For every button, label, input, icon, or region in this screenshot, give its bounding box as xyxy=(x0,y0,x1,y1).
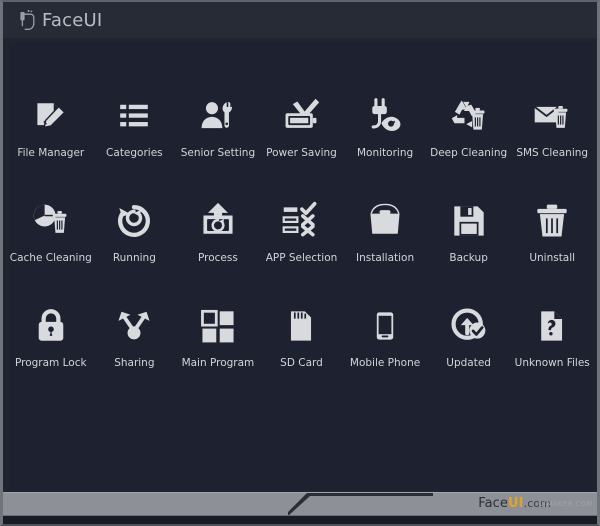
title-bar: FaceUI xyxy=(3,2,597,38)
icon-tile-main-program[interactable]: Main Program xyxy=(176,304,260,369)
trash-icon xyxy=(529,199,575,243)
floppy-disk-icon xyxy=(446,199,492,243)
icon-tile-label: Running xyxy=(112,252,156,264)
icon-tile-deep-cleaning[interactable]: Deep Cleaning xyxy=(427,94,511,159)
icon-tile-monitoring[interactable]: Monitoring xyxy=(343,94,427,159)
icon-tile-running[interactable]: Running xyxy=(93,199,177,264)
file-edit-icon xyxy=(28,94,74,138)
icon-tile-label: Program Lock xyxy=(14,357,87,369)
smartphone-icon xyxy=(362,304,408,348)
icon-tile-label: Senior Setting xyxy=(180,147,256,159)
icon-tile-label: Uninstall xyxy=(529,252,576,264)
bottom-bar-notch-decoration xyxy=(288,493,433,515)
battery-check-icon xyxy=(278,94,324,138)
footer-brand-highlight: UI xyxy=(508,496,524,511)
icon-tile-label: Process xyxy=(198,252,238,264)
icon-tile-uninstall[interactable]: Uninstall xyxy=(510,199,594,264)
share-nodes-icon xyxy=(111,304,157,348)
footer-brand-prefix: Face xyxy=(478,496,509,511)
pie-trash-icon xyxy=(28,199,74,243)
icon-tile-label: Main Program xyxy=(181,357,255,369)
file-question-icon xyxy=(529,304,575,348)
plug-eye-icon xyxy=(362,94,408,138)
icon-tile-updated[interactable]: Updated xyxy=(427,304,511,369)
envelope-trash-icon xyxy=(529,94,575,138)
icon-tile-senior-setting[interactable]: Senior Setting xyxy=(176,94,260,159)
icon-tile-app-selection[interactable]: APP Selection xyxy=(260,199,344,264)
icon-tile-sd-card[interactable]: SD Card xyxy=(260,304,344,369)
icon-showcase-panel: File Manager Categories Senior Setting P… xyxy=(9,42,594,490)
footer-watermark: UIMAKER.COM xyxy=(538,500,593,508)
icon-tile-label: Sharing xyxy=(114,357,155,369)
install-bag-icon xyxy=(362,199,408,243)
icon-tile-label: Installation xyxy=(355,252,415,264)
icon-tile-label: Deep Cleaning xyxy=(430,147,508,159)
icon-tile-power-saving[interactable]: Power Saving xyxy=(260,94,344,159)
icon-tile-label: Unknown Files xyxy=(514,357,590,369)
icon-tile-backup[interactable]: Backup xyxy=(427,199,511,264)
user-wrench-icon xyxy=(195,94,241,138)
icon-tile-label: Monitoring xyxy=(356,147,414,159)
bottom-bar: FaceUI.com UIMAKER.COM xyxy=(3,492,597,516)
refresh-circle-icon xyxy=(111,199,157,243)
icon-tile-categories[interactable]: Categories xyxy=(93,94,177,159)
icon-tile-label: Categories xyxy=(106,147,163,159)
list-icon xyxy=(111,94,157,138)
checklist-icon xyxy=(278,199,324,243)
icon-tile-file-manager[interactable]: File Manager xyxy=(9,94,93,159)
padlock-icon xyxy=(28,304,74,348)
icon-grid: File Manager Categories Senior Setting P… xyxy=(9,94,594,369)
icon-tile-program-lock[interactable]: Program Lock xyxy=(9,304,93,369)
icon-tile-sms-cleaning[interactable]: SMS Cleaning xyxy=(510,94,594,159)
icon-tile-label: APP Selection xyxy=(265,252,338,264)
icon-tile-label: SD Card xyxy=(280,357,323,369)
icon-tile-cache-cleaning[interactable]: Cache Cleaning xyxy=(9,199,93,264)
brand-title: FaceUI xyxy=(42,9,103,31)
app-window: FaceUI File Manager Categories Senior Se… xyxy=(0,0,600,526)
update-arrow-icon xyxy=(446,304,492,348)
box-restore-icon xyxy=(195,199,241,243)
sd-card-icon xyxy=(278,304,324,348)
icon-tile-label: Power Saving xyxy=(266,147,337,159)
bottom-shadow-strip xyxy=(3,516,597,524)
icon-tile-label: Mobile Phone xyxy=(349,357,421,369)
recycle-trash-icon xyxy=(446,94,492,138)
icon-tile-label: Updated xyxy=(446,357,491,369)
icon-tile-label: SMS Cleaning xyxy=(516,147,589,159)
icon-tile-mobile-phone[interactable]: Mobile Phone xyxy=(343,304,427,369)
icon-tile-sharing[interactable]: Sharing xyxy=(93,304,177,369)
icon-tile-label: Cache Cleaning xyxy=(9,252,92,264)
icon-tile-label: Backup xyxy=(449,252,488,264)
icon-tile-unknown-files[interactable]: Unknown Files xyxy=(510,304,594,369)
faceui-logo-icon xyxy=(19,9,36,31)
icon-tile-installation[interactable]: Installation xyxy=(343,199,427,264)
icon-tile-process[interactable]: Process xyxy=(176,199,260,264)
grid-squares-icon xyxy=(195,304,241,348)
icon-tile-label: File Manager xyxy=(17,147,85,159)
